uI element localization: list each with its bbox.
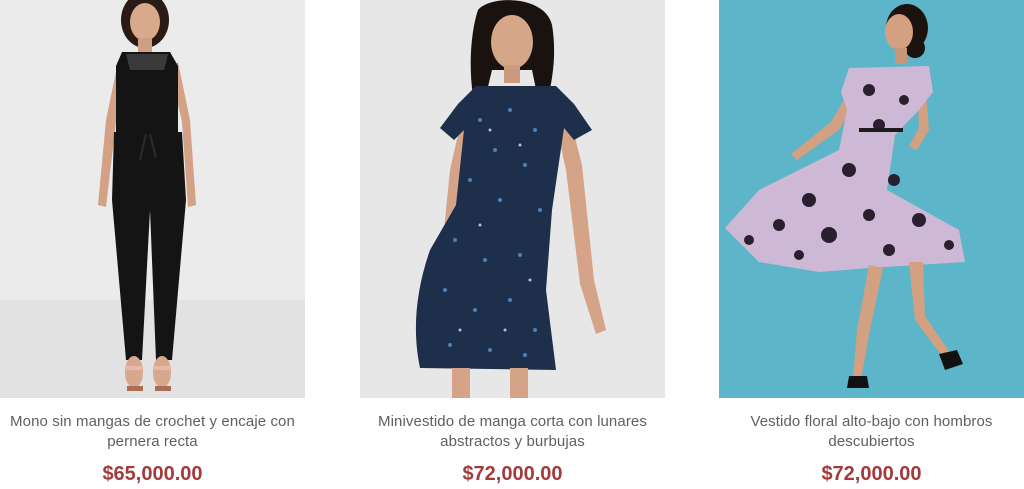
product-card[interactable]: Minivestido de manga corta con lunares a… — [360, 0, 665, 489]
product-price: $72,000.00 — [821, 463, 922, 485]
product-photo-floral-dress — [719, 0, 1024, 398]
product-image[interactable] — [360, 0, 665, 398]
product-card[interactable]: Mono sin mangas de crochet y encaje con … — [0, 0, 305, 489]
product-title[interactable]: Minivestido de manga corta con lunares a… — [360, 412, 665, 452]
product-title[interactable]: Vestido floral alto-bajo con hombros des… — [719, 412, 1024, 452]
product-title[interactable]: Mono sin mangas de crochet y encaje con … — [0, 412, 305, 452]
product-image[interactable] — [719, 0, 1024, 398]
product-image[interactable] — [0, 0, 305, 398]
product-photo-dress-dots — [360, 0, 665, 398]
product-price: $72,000.00 — [462, 463, 563, 485]
product-photo-jumpsuit — [0, 0, 305, 398]
product-price: $65,000.00 — [102, 463, 203, 485]
product-card[interactable]: Vestido floral alto-bajo con hombros des… — [719, 0, 1024, 489]
product-grid: Mono sin mangas de crochet y encaje con … — [0, 0, 1024, 489]
